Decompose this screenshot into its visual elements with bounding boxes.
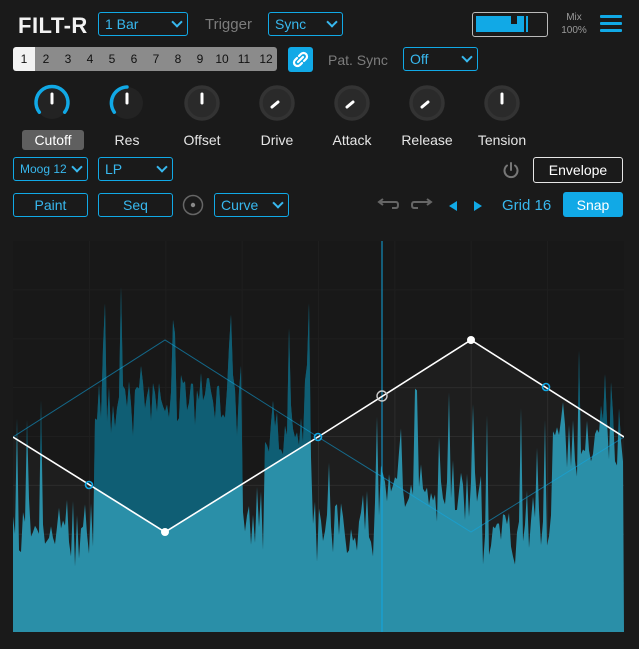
release-knob[interactable]: [406, 82, 448, 129]
pattern-step-4[interactable]: 4: [79, 47, 101, 71]
filter-model-dropdown[interactable]: Moog 12: [13, 157, 88, 181]
redo-arrow-icon[interactable]: [410, 197, 434, 213]
filter-model-value: Moog 12: [20, 161, 67, 176]
curve-value: Curve: [221, 196, 259, 213]
attack-knob[interactable]: [331, 82, 373, 129]
app-title: FILT-R: [18, 13, 88, 38]
filter-type-dropdown[interactable]: LP: [98, 157, 173, 181]
envelope-button[interactable]: Envelope: [533, 157, 623, 183]
pat-sync-value: Off: [410, 50, 429, 67]
envelope-node[interactable]: [161, 528, 169, 536]
triangle-left-icon[interactable]: [447, 199, 459, 211]
mix-meter[interactable]: [472, 12, 548, 37]
pattern-step-3[interactable]: 3: [57, 47, 79, 71]
paint-button[interactable]: Paint: [13, 193, 88, 217]
res-knob[interactable]: [106, 82, 148, 129]
offset-knob[interactable]: [181, 82, 223, 129]
pat-sync-label: Pat. Sync: [328, 52, 388, 68]
envelope-node[interactable]: [467, 336, 475, 344]
tension-label: Tension: [477, 132, 527, 148]
trigger-label: Trigger: [205, 16, 252, 33]
offset-label: Offset: [183, 132, 221, 148]
chevron-down-icon: [272, 197, 284, 209]
pattern-step-6[interactable]: 6: [123, 47, 145, 71]
envelope-graph[interactable]: [12, 241, 625, 632]
power-icon[interactable]: [501, 160, 521, 180]
seq-button[interactable]: Seq: [98, 193, 173, 217]
mix-value: 100%: [561, 25, 587, 36]
drive-label: Drive: [260, 132, 294, 148]
snap-button[interactable]: Snap: [563, 192, 623, 217]
curve-dropdown[interactable]: Curve: [214, 193, 289, 217]
trigger-value: Sync: [275, 15, 307, 32]
pattern-step-12[interactable]: 12: [255, 47, 277, 71]
mix-label: Mix: [566, 12, 582, 23]
pattern-step-7[interactable]: 7: [145, 47, 167, 71]
mix-meter-notch: [511, 16, 517, 24]
cutoff-knob[interactable]: [31, 82, 73, 129]
filter-type-value: LP: [105, 160, 123, 177]
length-value: 1 Bar: [105, 15, 139, 32]
drive-knob[interactable]: [256, 82, 298, 129]
pattern-step-8[interactable]: 8: [167, 47, 189, 71]
chevron-down-icon: [461, 51, 473, 63]
cutoff-label[interactable]: Cutoff: [22, 130, 84, 150]
mix-meter-marker: [526, 16, 528, 32]
release-label: Release: [401, 132, 453, 148]
chevron-down-icon: [171, 16, 183, 28]
chevron-down-icon: [326, 16, 338, 28]
chevron-down-icon: [71, 161, 83, 173]
triangle-right-icon[interactable]: [472, 199, 484, 211]
pattern-step-11[interactable]: 11: [233, 47, 255, 71]
envelope-graph-canvas: [12, 241, 625, 632]
link-icon[interactable]: [288, 47, 313, 72]
chevron-down-icon: [156, 161, 168, 173]
trigger-dropdown[interactable]: Sync: [268, 12, 343, 36]
pat-sync-dropdown[interactable]: Off: [403, 47, 478, 71]
pattern-step-1[interactable]: 1: [13, 47, 35, 71]
grid-label[interactable]: Grid 16: [502, 197, 551, 214]
radio-icon[interactable]: [182, 194, 204, 216]
pattern-step-5[interactable]: 5: [101, 47, 123, 71]
pattern-selector: 1 2 3 4 5 6 7 8 9 10 11 12: [13, 47, 277, 71]
pattern-step-9[interactable]: 9: [189, 47, 211, 71]
pattern-step-10[interactable]: 10: [211, 47, 233, 71]
undo-arrow-icon[interactable]: [376, 197, 400, 213]
res-label: Res: [114, 132, 140, 148]
tension-knob[interactable]: [481, 82, 523, 129]
length-dropdown[interactable]: 1 Bar: [98, 12, 188, 36]
hamburger-menu-icon[interactable]: [600, 15, 622, 33]
attack-label: Attack: [332, 132, 372, 148]
pattern-step-2[interactable]: 2: [35, 47, 57, 71]
